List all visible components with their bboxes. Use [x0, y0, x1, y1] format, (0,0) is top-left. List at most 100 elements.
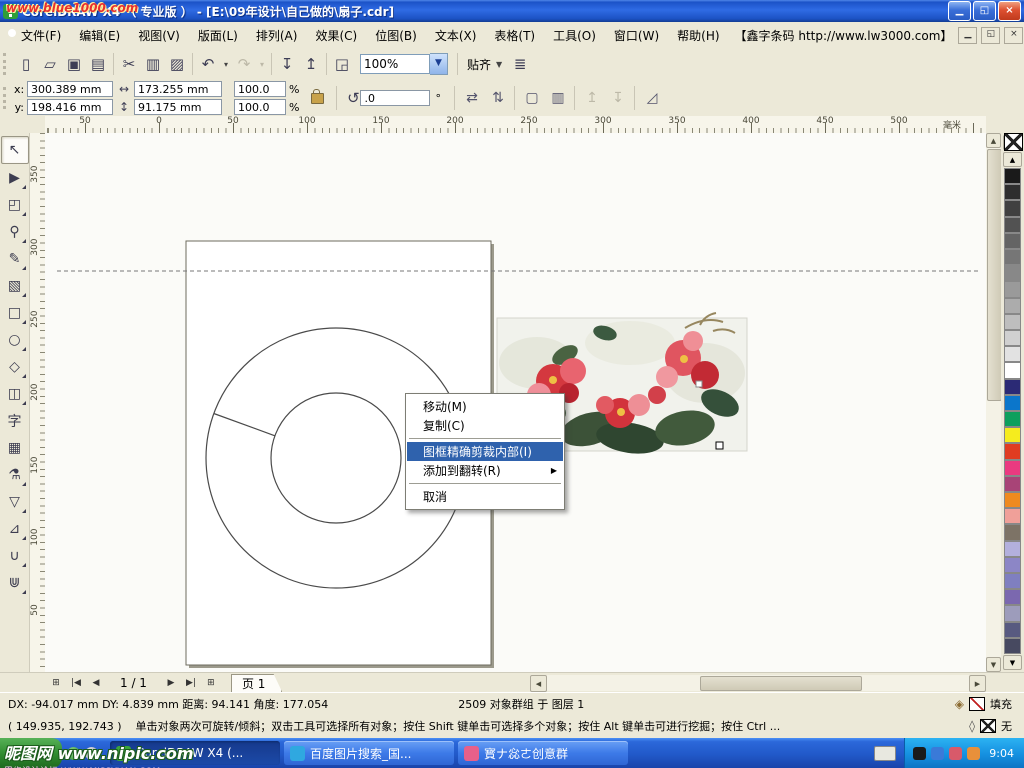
qq-tray-icon[interactable] — [913, 747, 926, 760]
add-page-button[interactable]: ⊞ — [201, 675, 221, 691]
ungroup-all-button[interactable]: ▥ — [545, 86, 571, 110]
context-menu-item[interactable] — [409, 438, 561, 439]
ellipse-tool[interactable]: ○ — [2, 327, 28, 353]
color-swatch[interactable] — [1004, 622, 1021, 638]
menu-item[interactable]: 版面(L) — [189, 22, 247, 49]
scroll-down-button[interactable]: ▼ — [986, 657, 1001, 672]
horizontal-ruler[interactable]: 50050100150200250300350400450500 毫米 — [45, 116, 986, 134]
new-document-button[interactable]: ▯ — [14, 52, 38, 76]
quick-launch-icon[interactable] — [85, 747, 98, 760]
fill-tool[interactable]: ∪ — [2, 543, 28, 569]
quick-launch-icon[interactable] — [67, 747, 80, 760]
messenger-tray-icon[interactable] — [931, 747, 944, 760]
color-swatch[interactable] — [1004, 184, 1021, 200]
scissors-tray-icon[interactable] — [949, 747, 962, 760]
object-width-input[interactable] — [134, 81, 222, 97]
next-page-button[interactable]: ▶ — [161, 675, 181, 691]
no-color-swatch[interactable] — [1004, 133, 1023, 151]
open-button[interactable]: ▱ — [38, 52, 62, 76]
propbar-separator[interactable] — [631, 86, 639, 110]
horizontal-scroll-thumb[interactable] — [700, 676, 862, 691]
to-front-button[interactable]: ↥ — [579, 86, 605, 110]
fill-color-swatch[interactable] — [969, 697, 985, 711]
document-close-button[interactable]: × — [1004, 27, 1023, 44]
page-tab[interactable]: 页 1 — [231, 674, 282, 693]
smart-fill-tool[interactable]: ▧ — [2, 273, 28, 299]
color-swatch[interactable] — [1004, 589, 1021, 605]
taskbar-window-button[interactable]: CorelDRAW X4 (... — [110, 741, 280, 765]
menu-item[interactable]: 排列(A) — [247, 22, 307, 49]
export-button[interactable]: ↥ — [299, 52, 323, 76]
inner-circle[interactable] — [271, 393, 401, 523]
options-button[interactable]: ≣ — [508, 52, 532, 76]
document-minimize-button[interactable]: ▁ — [958, 27, 977, 44]
color-swatch[interactable] — [1004, 605, 1021, 621]
color-swatch[interactable] — [1004, 281, 1021, 297]
to-back-button[interactable]: ↧ — [605, 86, 631, 110]
vertical-scrollbar[interactable]: ▲ ▼ — [986, 133, 1001, 672]
taskbar-window-button[interactable]: 百度图片搜索_国... — [284, 741, 454, 765]
color-swatch[interactable] — [1004, 249, 1021, 265]
rectangle-tool[interactable]: □ — [2, 300, 28, 326]
color-swatch[interactable] — [1004, 573, 1021, 589]
color-swatch[interactable] — [1004, 168, 1021, 184]
import-button[interactable]: ↧ — [275, 52, 299, 76]
color-swatch[interactable] — [1004, 200, 1021, 216]
color-swatch[interactable] — [1004, 524, 1021, 540]
menu-item[interactable]: 文件(F) — [12, 22, 70, 49]
text-tool[interactable]: 字 — [2, 408, 28, 434]
table-tool[interactable]: ▦ — [2, 435, 28, 461]
outline-pen-tool[interactable]: ⊿ — [2, 516, 28, 542]
scroll-right-button[interactable]: ▶ — [969, 675, 986, 692]
scale-x-input[interactable] — [234, 81, 286, 97]
color-swatch[interactable] — [1004, 541, 1021, 557]
color-swatch[interactable] — [1004, 411, 1021, 427]
first-page-button[interactable]: |◀ — [66, 675, 86, 691]
paste-button[interactable]: ▨ — [165, 52, 189, 76]
vertical-scroll-thumb[interactable] — [987, 149, 1002, 401]
menu-item[interactable]: 效果(C) — [306, 22, 366, 49]
undo-button[interactable]: ↶ — [196, 52, 220, 76]
toolbar-separator[interactable] — [268, 52, 275, 76]
context-menu-item[interactable]: 添加到翻转(R) ▶ — [407, 461, 563, 480]
crop-tool[interactable]: ◰ — [2, 192, 28, 218]
zoom-level-input[interactable] — [360, 54, 430, 74]
convert-to-curves-button[interactable]: ◿ — [639, 86, 665, 110]
menu-item[interactable]: 表格(T) — [485, 22, 544, 49]
color-swatch[interactable] — [1004, 298, 1021, 314]
color-swatch[interactable] — [1004, 346, 1021, 362]
freehand-tool[interactable]: ✎ — [2, 246, 28, 272]
outline-color-swatch[interactable] — [980, 719, 996, 733]
selection-handle[interactable] — [696, 381, 702, 387]
palette-scroll-up-button[interactable]: ▲ — [1003, 152, 1022, 167]
previous-page-button[interactable]: ◀ — [86, 675, 106, 691]
color-swatch[interactable] — [1004, 638, 1021, 654]
taskbar-window-button[interactable]: 寳ナ惢ㄜ创意群 — [458, 741, 628, 765]
color-swatch[interactable] — [1004, 330, 1021, 346]
color-swatch[interactable] — [1004, 460, 1021, 476]
object-height-input[interactable] — [134, 99, 222, 115]
menu-item[interactable]: 位图(B) — [366, 22, 426, 49]
color-swatch[interactable] — [1004, 557, 1021, 573]
rotation-angle-input[interactable] — [360, 90, 430, 106]
menu-item[interactable]: 编辑(E) — [70, 22, 129, 49]
vertical-ruler[interactable]: 35030025020015010050 — [30, 133, 46, 672]
color-swatch[interactable] — [1004, 379, 1021, 395]
color-swatch[interactable] — [1004, 217, 1021, 233]
mirror-vertical-button[interactable]: ⇅ — [485, 86, 511, 110]
mirror-horizontal-button[interactable]: ⇄ — [459, 86, 485, 110]
color-swatch[interactable] — [1004, 233, 1021, 249]
cut-button[interactable]: ✂ — [117, 52, 141, 76]
interactive-fill-tool[interactable]: ⋓ — [2, 570, 28, 596]
polygon-tool[interactable]: ◇ — [2, 354, 28, 380]
restore-button[interactable]: ◱ — [973, 1, 996, 21]
print-button[interactable]: ▤ — [86, 52, 110, 76]
menu-item[interactable]: 窗口(W) — [605, 22, 668, 49]
context-menu-item[interactable]: 取消 — [407, 487, 563, 506]
basic-shapes-tool[interactable]: ◫ — [2, 381, 28, 407]
color-swatch[interactable] — [1004, 443, 1021, 459]
scroll-left-button[interactable]: ◀ — [530, 675, 547, 692]
application-launcher-button[interactable]: ◲ — [330, 52, 354, 76]
context-menu-item[interactable]: 图框精确剪裁内部(I) — [407, 442, 563, 461]
context-menu-item[interactable] — [409, 483, 561, 484]
